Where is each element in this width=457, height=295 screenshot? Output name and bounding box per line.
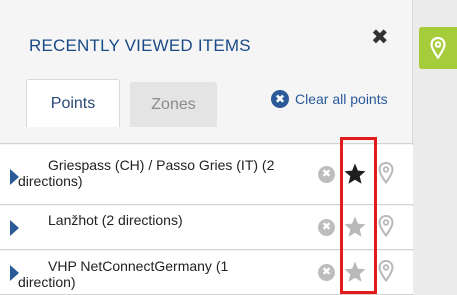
list-item-label: Griespass (CH) / Passo Gries (IT) (2 dir… <box>18 157 275 189</box>
list-item-label: VHP NetConnectGermany (1 direction) <box>18 258 229 290</box>
map-panel-tab[interactable] <box>419 27 457 69</box>
tab-points[interactable]: Points <box>26 79 120 127</box>
list-item-label: Lanžhot (2 directions) <box>48 212 183 228</box>
clear-icon: ✖ <box>271 90 289 108</box>
remove-circle-icon[interactable]: ✖ <box>318 264 335 281</box>
panel-title: RECENTLY VIEWED ITEMS <box>29 36 251 55</box>
map-pin-icon[interactable] <box>378 260 394 282</box>
remove-circle-icon[interactable]: ✖ <box>318 166 335 183</box>
recently-viewed-panel: RECENTLY VIEWED ITEMS ✖ Points Zones ✖ C… <box>0 0 413 295</box>
clear-all-points-button[interactable]: ✖ Clear all points <box>271 90 388 108</box>
tab-zones[interactable]: Zones <box>130 82 217 127</box>
close-icon[interactable]: ✖ <box>371 27 389 48</box>
map-pin-icon[interactable] <box>378 215 394 237</box>
map-pin-icon[interactable] <box>378 162 394 184</box>
favorite-column-highlight <box>340 137 377 294</box>
remove-circle-icon[interactable]: ✖ <box>318 219 335 236</box>
clear-all-label: Clear all points <box>295 91 388 107</box>
map-pin-icon <box>430 37 446 59</box>
